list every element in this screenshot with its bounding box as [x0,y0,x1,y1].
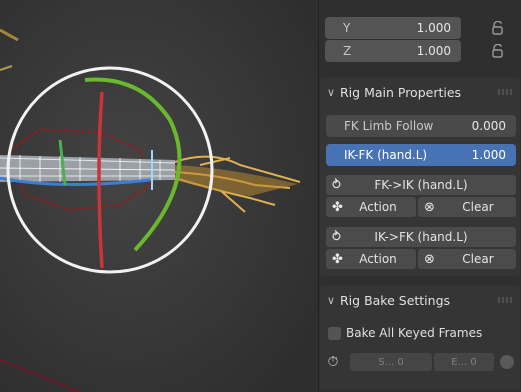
fk-to-ik-action-label: Action [359,200,397,214]
bake-start-label: S... 0 [378,356,404,368]
bake-end-field[interactable]: E... 0 [434,353,494,371]
lock-open-icon[interactable] [491,42,505,60]
scale-z-field[interactable]: Z 1.000 [325,40,461,62]
bake-start-field[interactable]: S... 0 [350,353,432,371]
fk-limb-follow-value: 0.000 [471,119,506,133]
x-circle-icon: ⊗ [424,199,435,215]
bake-options-button[interactable] [500,355,514,369]
scale-y-value: 1.000 [416,21,451,35]
ik-to-fk-button[interactable]: ⥁ IK->FK (hand.L) [326,227,516,247]
scale-z-label: Z [343,44,352,58]
scale-y-field[interactable]: Y 1.000 [325,17,461,39]
bake-all-label: Bake All Keyed Frames [346,326,483,340]
scale-y-label: Y [343,21,351,35]
fk-to-ik-clear-label: Clear [462,200,494,214]
fk-to-ik-label: FK->IK (hand.L) [374,178,468,192]
fk-to-ik-action-button[interactable]: ✤ Action [326,197,416,217]
lock-open-icon[interactable] [491,19,505,37]
blender-window: Y 1.000 Z 1.000 ∨ Rig Main Properties FK… [0,0,521,392]
fk-to-ik-clear-button[interactable]: ⊗ Clear [418,197,516,217]
scale-z-value: 1.000 [416,44,451,58]
ik-to-fk-clear-button[interactable]: ⊗ Clear [418,249,516,269]
ik-to-fk-action-button[interactable]: ✤ Action [326,249,416,269]
fk-limb-follow-label: FK Limb Follow [344,119,434,133]
fk-to-ik-button[interactable]: ⥁ FK->IK (hand.L) [326,175,516,195]
viewport-scene [0,0,318,392]
3d-viewport[interactable] [0,0,318,392]
rig-bake-title: Rig Bake Settings [340,292,451,308]
rig-bake-header[interactable]: ∨ Rig Bake Settings [322,288,518,312]
fk-limb-follow-field[interactable]: FK Limb Follow 0.000 [326,115,516,137]
clock-icon[interactable]: ⏱ [324,353,342,371]
chevron-down-icon: ∨ [326,85,336,99]
chevron-down-icon: ∨ [326,293,336,307]
action-icon: ✤ [332,251,343,267]
ik-to-fk-label: IK->FK (hand.L) [374,230,468,244]
ik-to-fk-clear-label: Clear [462,252,494,266]
snap-icon: ⥁ [332,229,341,245]
drag-handle-icon[interactable] [498,297,512,303]
rig-main-header[interactable]: ∨ Rig Main Properties [322,80,518,104]
ik-to-fk-action-label: Action [359,252,397,266]
ik-fk-label: IK-FK (hand.L) [344,148,428,162]
bake-end-label: E... 0 [451,356,477,368]
bake-all-checkbox[interactable] [328,327,341,340]
rig-main-title: Rig Main Properties [340,84,462,100]
action-icon: ✤ [332,199,343,215]
drag-handle-icon[interactable] [498,89,512,95]
bake-range-row: ⏱ S... 0 E... 0 [322,351,518,373]
x-circle-icon: ⊗ [424,251,435,267]
snap-icon: ⥁ [332,177,341,193]
ik-fk-value: 1.000 [471,148,506,162]
ik-fk-slider[interactable]: IK-FK (hand.L) 1.000 [326,144,516,166]
